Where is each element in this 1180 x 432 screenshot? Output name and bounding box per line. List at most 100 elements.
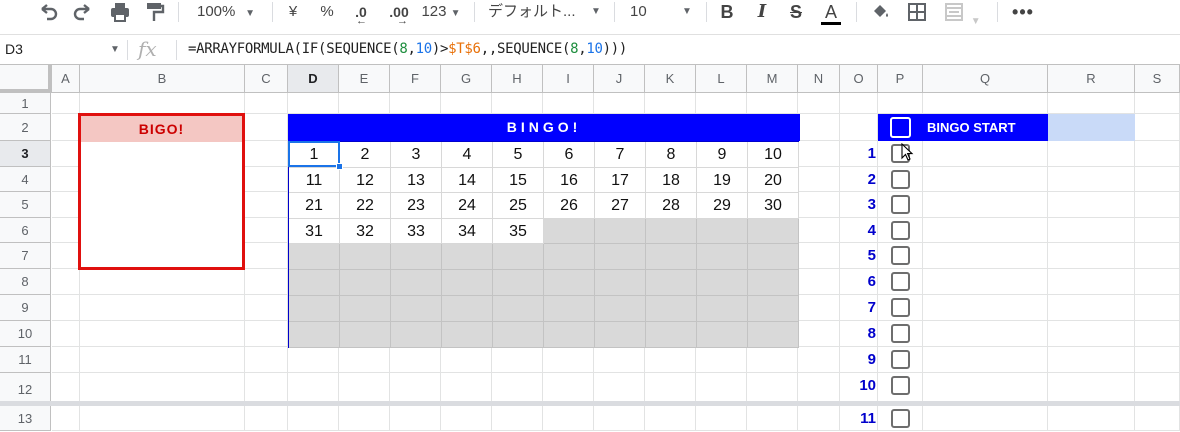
bingo-number-cell[interactable]: 19	[697, 168, 748, 193]
bingo-number-cell[interactable]: 24	[442, 193, 493, 219]
chevron-down-icon[interactable]: ▼	[110, 44, 120, 55]
redo-icon[interactable]	[69, 0, 97, 24]
merge-cells-icon[interactable]: ▼	[942, 0, 982, 27]
bingo-number-cell[interactable]	[493, 244, 544, 270]
bingo-number-cell[interactable]	[595, 270, 646, 296]
bingo-number-cell[interactable]	[697, 322, 748, 348]
bingo-number-cell[interactable]: 10	[748, 142, 799, 168]
bingo-number-cell[interactable]: 30	[748, 193, 799, 219]
bingo-number-cell[interactable]: 21	[289, 193, 340, 219]
column-header-j[interactable]: J	[594, 65, 645, 93]
bingo-number-cell[interactable]: 7	[595, 142, 646, 168]
bingo-number-cell[interactable]	[646, 322, 697, 348]
bingo-number-cell[interactable]	[289, 270, 340, 296]
bingo-number-cell[interactable]	[391, 322, 442, 348]
column-header-e[interactable]: E	[339, 65, 390, 93]
bingo-number-cell[interactable]: 16	[544, 168, 595, 193]
bingo-number-cell[interactable]: 26	[544, 193, 595, 219]
column-header-f[interactable]: F	[390, 65, 441, 93]
bingo-number-cell[interactable]	[544, 296, 595, 322]
font-family-select[interactable]: デフォルト... ▼	[488, 0, 604, 24]
bingo-number-cell[interactable]	[493, 296, 544, 322]
borders-icon[interactable]	[904, 0, 930, 24]
draw-checkbox[interactable]	[891, 409, 910, 428]
row-header-9[interactable]: 9	[0, 295, 51, 321]
column-header-s[interactable]: S	[1135, 65, 1180, 93]
select-all-corner[interactable]	[0, 65, 52, 93]
bingo-number-cell[interactable]: 28	[646, 193, 697, 219]
row-header-13[interactable]: 13	[0, 406, 51, 431]
zoom-select[interactable]: 100% ▼	[190, 0, 262, 24]
percent-button[interactable]: %	[316, 0, 338, 24]
bingo-number-cell[interactable]: 6	[544, 142, 595, 168]
column-header-r[interactable]: R	[1048, 65, 1135, 93]
bingo-number-cell[interactable]	[442, 322, 493, 348]
formula-input[interactable]: =ARRAYFORMULA(IF(SEQUENCE(8,10)>$T$6,,SE…	[188, 41, 627, 57]
row-header-10[interactable]: 10	[0, 321, 51, 347]
currency-button[interactable]: ¥	[282, 0, 304, 24]
bingo-number-cell[interactable]	[748, 322, 799, 348]
bingo-number-cell[interactable]: 3	[391, 142, 442, 168]
row-header-4[interactable]: 4	[0, 167, 51, 192]
bingo-number-cell[interactable]	[646, 270, 697, 296]
bingo-number-cell[interactable]	[340, 270, 391, 296]
draw-checkbox[interactable]	[891, 272, 910, 291]
bingo-number-cell[interactable]: 2	[340, 142, 391, 168]
print-icon[interactable]	[106, 0, 134, 24]
bingo-number-cell[interactable]	[748, 244, 799, 270]
row-header-11[interactable]: 11	[0, 347, 51, 373]
row-header-2[interactable]: 2	[0, 114, 51, 141]
row-header-5[interactable]: 5	[0, 192, 51, 218]
bingo-number-cell[interactable]	[748, 296, 799, 322]
row-header-1[interactable]: 1	[0, 93, 51, 114]
fill-handle[interactable]	[336, 163, 343, 170]
more-formats-button[interactable]: 123 ▼	[418, 0, 464, 24]
bingo-number-cell[interactable]	[544, 219, 595, 244]
row-header-6[interactable]: 6	[0, 218, 51, 243]
bingo-number-cell[interactable]	[289, 244, 340, 270]
bingo-number-cell[interactable]: 18	[646, 168, 697, 193]
bingo-number-cell[interactable]: 11	[289, 168, 340, 193]
bingo-start-checkbox[interactable]	[890, 117, 911, 138]
bingo-number-cell[interactable]	[646, 244, 697, 270]
bingo-number-cell[interactable]: 22	[340, 193, 391, 219]
bingo-number-cell[interactable]	[697, 244, 748, 270]
column-header-d[interactable]: D	[288, 65, 339, 93]
bingo-number-cell[interactable]	[289, 322, 340, 348]
column-header-l[interactable]: L	[696, 65, 747, 93]
bingo-number-cell[interactable]	[493, 322, 544, 348]
decrease-decimal-button[interactable]: .0 ←	[346, 0, 376, 27]
bingo-number-cell[interactable]	[748, 270, 799, 296]
text-color-button[interactable]: A	[819, 0, 843, 25]
bingo-number-cell[interactable]	[391, 296, 442, 322]
bingo-number-cell[interactable]	[595, 219, 646, 244]
bingo-number-cell[interactable]	[391, 270, 442, 296]
bold-button[interactable]: B	[716, 0, 738, 24]
column-header-i[interactable]: I	[543, 65, 594, 93]
bingo-number-cell[interactable]: 8	[646, 142, 697, 168]
column-header-g[interactable]: G	[441, 65, 492, 93]
draw-checkbox[interactable]	[891, 170, 910, 189]
bingo-number-cell[interactable]	[544, 270, 595, 296]
bingo-number-cell[interactable]: 4	[442, 142, 493, 168]
row-header-7[interactable]: 7	[0, 243, 51, 269]
bingo-number-cell[interactable]	[646, 296, 697, 322]
column-header-b[interactable]: B	[80, 65, 245, 93]
bingo-number-cell[interactable]	[646, 219, 697, 244]
bingo-number-cell[interactable]: 5	[493, 142, 544, 168]
bingo-number-cell[interactable]	[697, 270, 748, 296]
column-header-h[interactable]: H	[492, 65, 543, 93]
column-header-q[interactable]: Q	[923, 65, 1048, 93]
name-box[interactable]: D3	[5, 41, 23, 57]
draw-checkbox[interactable]	[891, 246, 910, 265]
column-header-m[interactable]: M	[747, 65, 798, 93]
increase-decimal-button[interactable]: .00 →	[383, 0, 415, 27]
bingo-number-cell[interactable]: 31	[289, 219, 340, 244]
bingo-number-cell[interactable]: 35	[493, 219, 544, 244]
draw-checkbox[interactable]	[891, 324, 910, 343]
paint-format-icon[interactable]	[140, 0, 168, 24]
bingo-number-cell[interactable]: 23	[391, 193, 442, 219]
bingo-number-cell[interactable]	[595, 296, 646, 322]
more-icon[interactable]: •••	[1010, 0, 1036, 24]
draw-checkbox[interactable]	[891, 376, 910, 395]
